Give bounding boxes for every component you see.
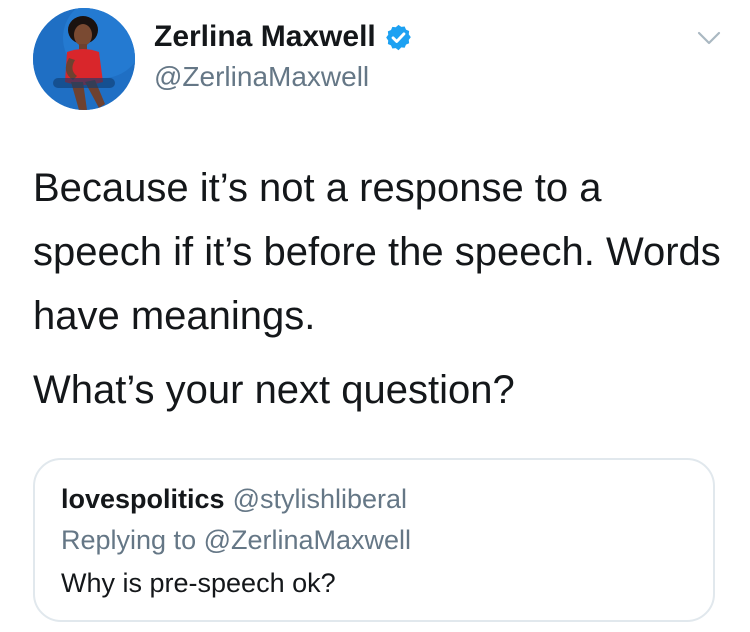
author-handle[interactable]: @ZerlinaMaxwell — [154, 61, 369, 93]
avatar-image — [33, 8, 135, 110]
quoted-tweet-handle: @stylishliberal — [232, 484, 408, 514]
quoted-tweet-display-name: lovespolitics — [61, 484, 225, 514]
quoted-tweet-card[interactable]: lovespolitics @stylishliberal Replying to… — [33, 458, 715, 622]
quoted-tweet-text: Why is pre-speech ok? — [61, 568, 336, 598]
tweet-paragraph: Because it’s not a response to a speech … — [33, 166, 721, 338]
quoted-tweet-replying-to: Replying to @ZerlinaMaxwell — [61, 525, 412, 555]
avatar[interactable] — [33, 8, 135, 110]
tweet-paragraph: What’s your next question? — [33, 368, 515, 412]
quoted-tweet-author: lovespolitics @stylishliberal — [61, 484, 407, 515]
tweet-text: Because it’s not a response to a speech … — [33, 156, 733, 422]
author-display-name[interactable]: Zerlina Maxwell — [154, 20, 376, 54]
author-display-name-row[interactable]: Zerlina Maxwell — [154, 20, 413, 54]
chevron-down-icon[interactable] — [697, 30, 721, 46]
verified-badge-icon — [385, 24, 411, 50]
